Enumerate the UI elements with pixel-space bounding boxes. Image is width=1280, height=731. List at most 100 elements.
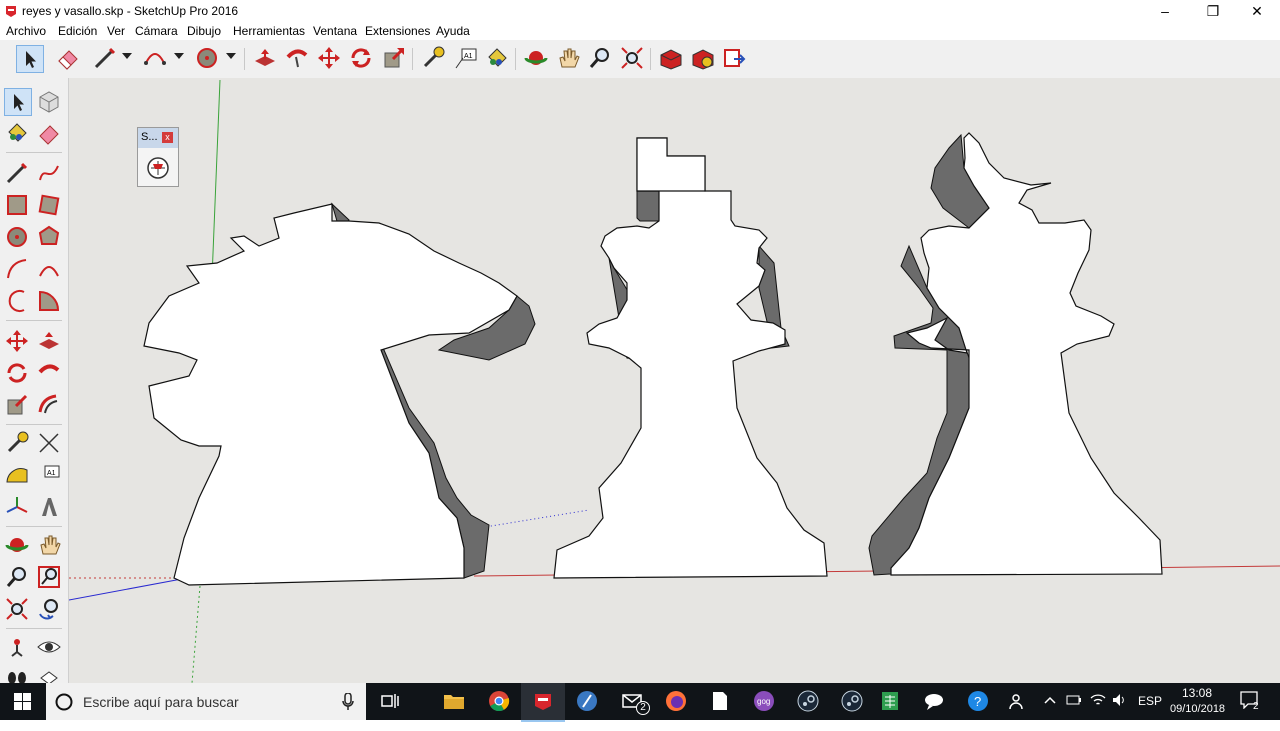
- taskbar-chat[interactable]: [912, 683, 956, 720]
- menu-extensiones[interactable]: Extensiones: [365, 24, 430, 38]
- send-to-layout-button[interactable]: [722, 45, 748, 71]
- palette-zoom-window-button[interactable]: [36, 564, 62, 590]
- clock-date[interactable]: 09/10/2018: [1170, 703, 1225, 715]
- palette-follow-me-button[interactable]: [36, 360, 62, 386]
- knight-piece[interactable]: [143, 202, 536, 586]
- minimize-button[interactable]: –: [1142, 0, 1188, 22]
- menu-archivo[interactable]: Archivo: [6, 24, 46, 38]
- palette-move-button[interactable]: [4, 328, 30, 354]
- menu-ventana[interactable]: Ventana: [313, 24, 357, 38]
- wifi-indicator[interactable]: [1090, 693, 1106, 730]
- palette-polygon-button[interactable]: [36, 224, 62, 250]
- zoom-extents-tool-button[interactable]: [619, 45, 645, 71]
- show-hidden-icons-chevron[interactable]: [1044, 694, 1056, 731]
- menu-camara[interactable]: Cámara: [135, 24, 178, 38]
- circle-dropdown-arrow[interactable]: [226, 53, 236, 59]
- taskbar-help[interactable]: ?: [956, 683, 1000, 720]
- paint-bucket-tool-button[interactable]: [484, 45, 510, 71]
- taskbar-chrome[interactable]: [477, 683, 521, 720]
- menu-dibujo[interactable]: Dibujo: [187, 24, 221, 38]
- eraser-tool-button[interactable]: [55, 45, 81, 71]
- circle-tool-button[interactable]: [194, 45, 220, 71]
- palette-push-pull-button[interactable]: [36, 328, 62, 354]
- notification-center-button[interactable]: 2: [1240, 691, 1260, 728]
- taskbar-firefox[interactable]: [654, 683, 698, 720]
- extension-warehouse-button[interactable]: [690, 45, 716, 71]
- taskbar-sketchup[interactable]: [521, 683, 565, 722]
- clock-time[interactable]: 13:08: [1182, 686, 1212, 700]
- task-view-button[interactable]: [368, 683, 412, 720]
- palette-line-button[interactable]: [4, 160, 30, 186]
- taskbar-steam[interactable]: [786, 683, 830, 720]
- palette-look-around-button[interactable]: [36, 634, 62, 660]
- palette-freehand-button[interactable]: [36, 160, 62, 186]
- taskbar-people[interactable]: [996, 683, 1040, 720]
- palette-eraser-button[interactable]: [36, 120, 62, 146]
- push-pull-tool-button[interactable]: [252, 45, 278, 71]
- zoom-tool-button[interactable]: [587, 45, 613, 71]
- king-piece[interactable]: [553, 137, 828, 579]
- follow-me-tool-button[interactable]: [284, 45, 310, 71]
- palette-zoom-extents-button[interactable]: [4, 596, 30, 622]
- close-button[interactable]: ✕: [1234, 0, 1280, 22]
- line-tool-button[interactable]: [92, 45, 118, 71]
- taskbar-mail[interactable]: 2: [610, 683, 654, 720]
- orbit-tool-button[interactable]: [523, 45, 549, 71]
- select-tool-button[interactable]: [16, 45, 44, 73]
- palette-scale-button[interactable]: [4, 392, 30, 418]
- battery-indicator[interactable]: [1066, 694, 1082, 731]
- palette-paint-bucket-button[interactable]: [4, 120, 30, 146]
- line-dropdown-arrow[interactable]: [122, 53, 132, 59]
- floating-panel-header[interactable]: S... x: [138, 128, 178, 148]
- arc-tool-button[interactable]: [142, 45, 168, 71]
- floating-panel-close-button[interactable]: x: [162, 132, 173, 143]
- queen-piece[interactable]: [868, 132, 1163, 576]
- start-button[interactable]: [0, 683, 46, 720]
- palette-pie-button[interactable]: [36, 288, 62, 314]
- input-language[interactable]: ESP: [1138, 694, 1162, 731]
- taskbar-document[interactable]: [698, 683, 742, 720]
- palette-circle-button[interactable]: [4, 224, 30, 250]
- text-tool-button[interactable]: A1: [453, 45, 479, 71]
- restore-button[interactable]: ❐: [1190, 0, 1236, 22]
- menu-ayuda[interactable]: Ayuda: [436, 24, 470, 38]
- palette-axes-button[interactable]: [4, 494, 30, 520]
- palette-select-button[interactable]: [4, 88, 32, 116]
- palette-pan-button[interactable]: [36, 532, 62, 558]
- taskbar-search-box[interactable]: Escribe aquí para buscar: [46, 683, 366, 720]
- palette-make-component-button[interactable]: [36, 88, 62, 114]
- warehouse-button[interactable]: [658, 45, 684, 71]
- palette-previous-view-button[interactable]: [36, 596, 62, 622]
- volume-indicator[interactable]: [1112, 693, 1128, 730]
- move-tool-button[interactable]: [316, 45, 342, 71]
- stamp-tool-icon[interactable]: [146, 156, 170, 180]
- pan-tool-button[interactable]: [555, 45, 581, 71]
- palette-protractor-button[interactable]: [4, 462, 30, 488]
- scale-tool-button[interactable]: [381, 45, 407, 71]
- rotate-tool-button[interactable]: [348, 45, 374, 71]
- palette-position-camera-button[interactable]: [4, 634, 30, 660]
- taskbar-gog[interactable]: gog: [742, 683, 786, 720]
- palette-dimension-button[interactable]: [36, 430, 62, 456]
- palette-zoom-button[interactable]: [4, 564, 30, 590]
- palette-2point-arc-button[interactable]: [36, 256, 62, 282]
- palette-arc-button[interactable]: [4, 256, 30, 282]
- taskbar-spreadsheet[interactable]: [868, 683, 912, 720]
- floating-tool-panel[interactable]: S... x: [137, 127, 179, 187]
- palette-3point-arc-button[interactable]: [4, 288, 30, 314]
- menu-herramientas[interactable]: Herramientas: [233, 24, 305, 38]
- menu-ver[interactable]: Ver: [107, 24, 125, 38]
- palette-text-button[interactable]: A1: [36, 462, 62, 488]
- palette-rotated-rectangle-button[interactable]: [36, 192, 62, 218]
- palette-rectangle-button[interactable]: [4, 192, 30, 218]
- menu-edicion[interactable]: Edición: [58, 24, 97, 38]
- tape-measure-tool-button[interactable]: [420, 45, 446, 71]
- taskbar-file-explorer[interactable]: [432, 683, 476, 720]
- palette-offset-button[interactable]: [36, 392, 62, 418]
- palette-tape-measure-button[interactable]: [4, 430, 30, 456]
- arc-dropdown-arrow[interactable]: [174, 53, 184, 59]
- taskbar-app-feather[interactable]: [565, 683, 609, 720]
- scene-canvas[interactable]: [69, 78, 1280, 683]
- microphone-icon[interactable]: [342, 693, 354, 711]
- palette-orbit-button[interactable]: [4, 532, 30, 558]
